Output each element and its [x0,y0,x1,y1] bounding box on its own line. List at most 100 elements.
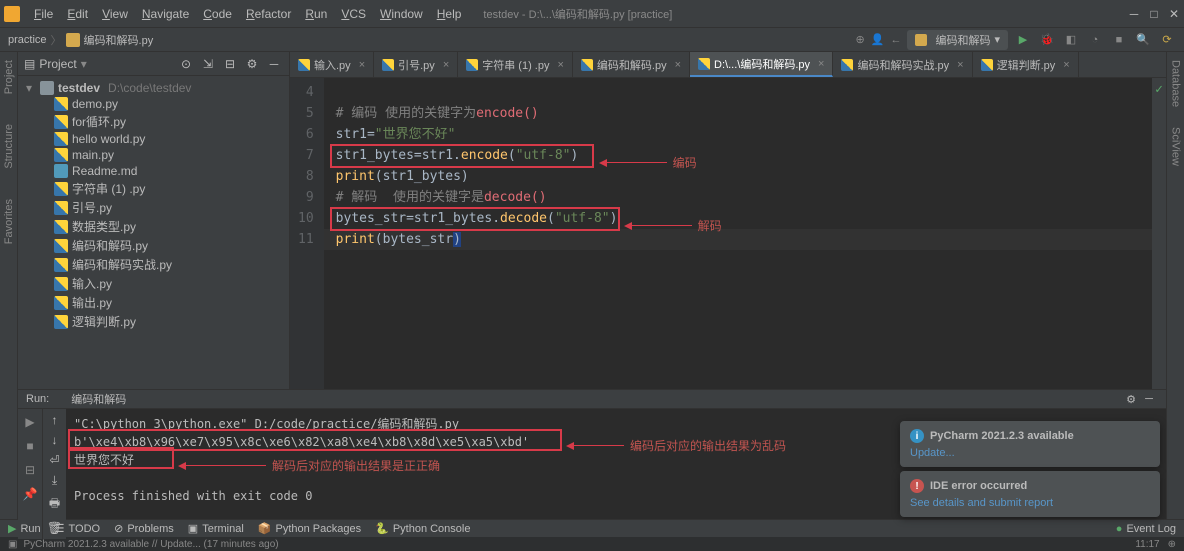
status-indicator-icon[interactable]: ⊕ [1168,539,1176,550]
menu-refactor[interactable]: Refactor [240,3,297,25]
maximize-button[interactable]: □ [1148,8,1160,20]
favorites-tab[interactable]: Favorites [3,199,15,244]
menu-view[interactable]: View [96,3,134,25]
menu-run[interactable]: Run [299,3,333,25]
scroll-end-icon[interactable]: ⤓ [52,473,57,488]
gear-icon[interactable]: ⚙ [1122,390,1140,408]
editor-tab[interactable]: 编码和解码实战.py× [833,52,972,77]
app-logo [4,6,20,22]
close-tab-icon[interactable]: × [957,59,963,71]
menu-navigate[interactable]: Navigate [136,3,195,25]
hide-panel-icon[interactable]: ─ [265,55,283,73]
user-icon[interactable]: 👤 [871,33,885,46]
layout-button[interactable]: ⊟ [21,461,39,479]
gear-icon[interactable]: ⚙ [243,55,261,73]
minimize-button[interactable]: ─ [1128,8,1140,20]
chevron-down-icon[interactable]: ▾ [81,57,87,71]
structure-tab[interactable]: Structure [3,124,15,169]
editor-tab[interactable]: 字符串 (1) .py× [458,52,573,77]
tree-file[interactable]: hello world.py [18,131,289,147]
breadcrumb-root[interactable]: practice [8,34,47,46]
run-coverage-button[interactable]: ◧ [1062,31,1080,49]
run-button[interactable]: ▶ [1014,31,1032,49]
editor-content[interactable]: # 编码 使用的关键字为encode()str1="世界您不好"str1_byt… [324,78,1152,389]
close-tab-icon[interactable]: × [818,58,824,70]
select-opened-icon[interactable]: ⊙ [177,55,195,73]
menu-file[interactable]: File [28,3,59,25]
sciview-tab[interactable]: SciView [1170,127,1182,166]
inspection-ok-icon[interactable]: ✓ [1155,82,1163,97]
menu-window[interactable]: Window [374,3,429,25]
database-tab[interactable]: Database [1170,60,1182,107]
breadcrumb-sep: 〉 [51,32,62,48]
stop-button[interactable]: ■ [21,437,39,455]
close-tab-icon[interactable]: × [557,59,563,71]
editor-tab[interactable]: 输入.py× [290,52,374,77]
code-line[interactable]: bytes_str=str1_bytes.decode("utf-8") [324,208,1152,229]
notification-link[interactable]: See details and submit report [910,497,1150,509]
line-number: 8 [298,166,314,187]
close-tab-icon[interactable]: × [443,59,449,71]
run-tool-button[interactable]: ▶Run [8,522,41,535]
breadcrumb-file[interactable]: 编码和解码.py [84,32,154,48]
tree-file[interactable]: for循环.py [18,112,289,131]
add-config-icon[interactable]: ⊕ [856,33,865,46]
notification[interactable]: IDE error occurredSee details and submit… [900,471,1160,517]
tree-file[interactable]: Readme.md [18,163,289,179]
search-icon[interactable]: 🔍 [1134,31,1152,49]
code-line[interactable]: # 解码 使用的关键字是decode() [324,187,1152,208]
tree-file[interactable]: 数据类型.py [18,217,289,236]
tree-file[interactable]: main.py [18,147,289,163]
debug-button[interactable]: 🐞 [1038,31,1056,49]
code-line[interactable]: str1_bytes=str1.encode("utf-8") [324,145,1152,166]
tree-file[interactable]: 输出.py [18,293,289,312]
close-button[interactable]: ✕ [1168,8,1180,20]
notification[interactable]: PyCharm 2021.2.3 availableUpdate... [900,421,1160,467]
tree-file[interactable]: 输入.py [18,274,289,293]
run-config-selector[interactable]: 编码和解码 ▾ [907,30,1008,50]
close-tab-icon[interactable]: × [1063,59,1069,71]
menu-edit[interactable]: Edit [61,3,94,25]
print-icon[interactable]: 🖶 [49,494,60,515]
code-line[interactable]: print(str1_bytes) [324,166,1152,187]
soft-wrap-icon[interactable]: ⏎ [49,453,59,467]
pin-button[interactable]: 📌 [21,485,39,503]
tree-file[interactable]: 字符串 (1) .py [18,179,289,198]
code-line[interactable]: # 编码 使用的关键字为encode() [324,103,1152,124]
annotation-label-decoded: 解码后对应的输出结果是正正确 [272,457,440,474]
code-line[interactable] [324,82,1152,103]
rerun-button[interactable]: ▶ [21,413,39,431]
tree-file[interactable]: 引号.py [18,198,289,217]
menu-help[interactable]: Help [431,3,468,25]
profile-button[interactable]: ◔ [1086,31,1104,49]
editor-tab[interactable]: D:\...\编码和解码.py× [690,52,833,77]
tree-file[interactable]: 编码和解码.py [18,236,289,255]
expand-arrow-icon[interactable]: ▾ [26,81,36,95]
code-line[interactable]: print(bytes_str) [324,229,1152,250]
back-nav-icon[interactable]: ← [890,34,901,46]
hide-panel-icon[interactable]: ─ [1140,390,1158,408]
quick-panel-icon[interactable]: ▣ [8,539,17,550]
editor-tab[interactable]: 逻辑判断.py× [973,52,1079,77]
close-tab-icon[interactable]: × [675,59,681,71]
stop-button[interactable]: ■ [1110,31,1128,49]
collapse-all-icon[interactable]: ⊟ [221,55,239,73]
updates-icon[interactable]: ⟳ [1158,31,1176,49]
editor-tab[interactable]: 编码和解码.py× [573,52,690,77]
menu-code[interactable]: Code [197,3,238,25]
tree-root[interactable]: ▾ testdev D:\code\testdev [18,80,289,96]
menu-vcs[interactable]: VCS [335,3,372,25]
up-stack-icon[interactable]: ↑ [52,413,58,427]
project-tab[interactable]: Project [3,60,15,94]
code-editor[interactable]: 4567891011 # 编码 使用的关键字为encode()str1="世界您… [290,78,1166,389]
py-file-icon [54,148,68,162]
tree-file[interactable]: 逻辑判断.py [18,312,289,331]
tree-file[interactable]: 编码和解码实战.py [18,255,289,274]
down-stack-icon[interactable]: ↓ [52,433,58,447]
notification-link[interactable]: Update... [910,447,1150,459]
expand-all-icon[interactable]: ⇲ [199,55,217,73]
close-tab-icon[interactable]: × [359,59,365,71]
code-line[interactable]: str1="世界您不好" [324,124,1152,145]
editor-tab[interactable]: 引号.py× [374,52,458,77]
tree-file[interactable]: demo.py [18,96,289,112]
